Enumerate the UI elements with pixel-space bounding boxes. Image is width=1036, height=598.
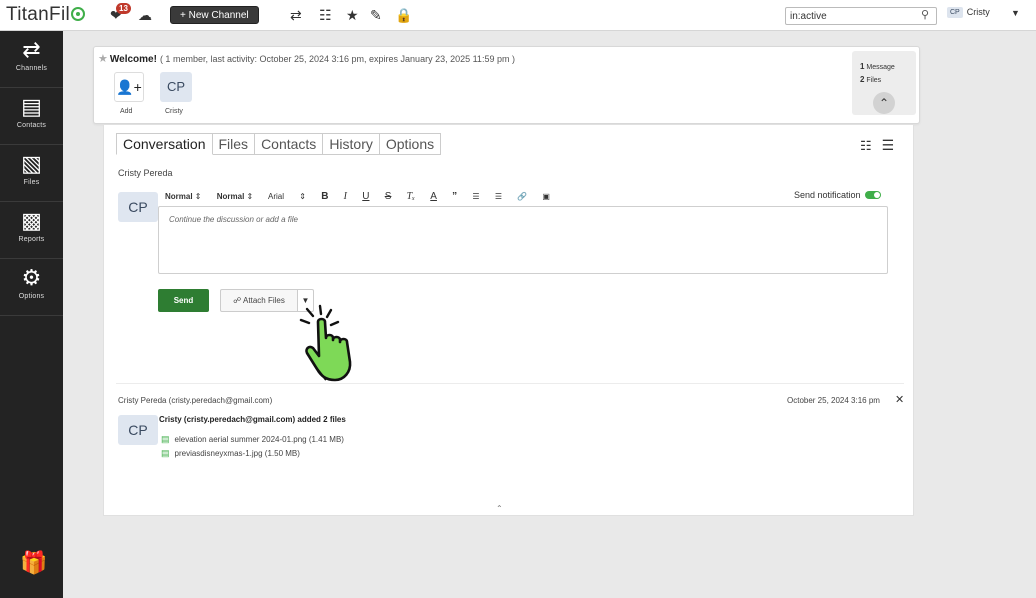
files-icon: ▧ <box>21 151 42 176</box>
divider <box>116 383 904 384</box>
chevron-down-icon: ▼ <box>1011 8 1020 18</box>
user-avatar: CP <box>947 7 963 18</box>
titanfile-logo[interactable]: TitanFil <box>6 4 85 26</box>
send-button[interactable]: Send <box>158 289 209 312</box>
channel-title: ★ Welcome!( 1 member, last activity: Octo… <box>98 53 515 65</box>
gift-icon[interactable]: 🎁 <box>20 550 47 576</box>
image-icon[interactable]: ▣ <box>542 192 550 201</box>
clear-format-icon[interactable]: Tₓ <box>407 191 415 202</box>
collapse-button[interactable]: ⌃ <box>873 92 895 114</box>
file-link[interactable]: ▤ elevation aerial summer 2024-01.png (1.… <box>161 434 344 445</box>
inbox-icon[interactable]: ☷ <box>319 6 332 24</box>
tab-contacts[interactable]: Contacts <box>255 133 324 155</box>
search-input[interactable] <box>785 7 937 25</box>
top-bar: TitanFil ❤ 13 ☁ + New Channel ⇄ ☷ ★ ✎ 🔒 … <box>0 0 1036 31</box>
channels-icon: ⇄ <box>22 37 41 62</box>
paperclip-icon: ☍ <box>233 296 242 305</box>
search-icon[interactable]: ⚲ <box>921 8 929 21</box>
sidebar-item-files[interactable]: ▧ Files <box>0 145 63 202</box>
tab-conversation[interactable]: Conversation <box>116 133 213 155</box>
strike-icon[interactable]: S <box>385 191 392 202</box>
file-link[interactable]: ▤ previasdisneyxmas-1.jpg (1.50 MB) <box>161 448 300 459</box>
send-notification-toggle[interactable] <box>864 191 881 199</box>
menu-icon[interactable]: ☰ <box>882 137 895 153</box>
add-user-icon: 👤+ <box>116 79 142 95</box>
logo-o-icon <box>70 7 85 21</box>
bold-icon[interactable]: B <box>321 191 328 202</box>
sidebar-item-label: Files <box>23 179 40 186</box>
quote-icon[interactable]: ” <box>452 191 457 202</box>
star-icon[interactable]: ★ <box>346 6 359 24</box>
sidebar-item-label: Contacts <box>16 122 47 129</box>
italic-icon[interactable]: I <box>344 191 347 202</box>
panel-tools: ☷ ☰ <box>860 137 894 154</box>
sidebar-item-contacts[interactable]: ▤ Contacts <box>0 88 63 145</box>
new-channel-button[interactable]: + New Channel <box>170 6 259 24</box>
sidebar: ⇄ Channels ▤ Contacts ▧ Files ▩ Reports … <box>0 31 63 598</box>
notifications-badge: 13 <box>116 3 131 14</box>
message-date: October 25, 2024 3:16 pm <box>787 396 880 405</box>
pointing-hand-icon <box>299 304 352 382</box>
user-menu[interactable]: CP Cristy ▼ <box>947 7 1022 25</box>
inbox-icon[interactable]: ☷ <box>860 138 872 153</box>
conversation-panel: Conversation Files Contacts History Opti… <box>103 124 914 516</box>
tabs: Conversation Files Contacts History Opti… <box>116 133 442 157</box>
tab-files[interactable]: Files <box>212 133 256 155</box>
member-name: Cristy <box>165 108 183 115</box>
options-icon: ⚙ <box>21 265 42 290</box>
text-color-icon[interactable]: A <box>430 191 437 202</box>
sidebar-item-options[interactable]: ⚙ Options <box>0 259 63 316</box>
sidebar-item-label: Channels <box>15 65 48 72</box>
sidebar-item-reports[interactable]: ▩ Reports <box>0 202 63 259</box>
tab-options[interactable]: Options <box>379 133 442 155</box>
member-avatar[interactable]: CP <box>160 72 192 102</box>
editor-toolbar: Normal ⇕ Normal ⇕ Arial ⇕ B I U S Tₓ A ”… <box>165 191 563 202</box>
message-summary: Cristy (cristy.peredach@gmail.com) added… <box>159 415 346 424</box>
font-select[interactable]: Arial ⇕ <box>268 192 306 201</box>
add-member-button[interactable]: 👤+ <box>114 72 144 102</box>
chevron-up-icon: ⌃ <box>878 96 890 110</box>
messages-stat: 1 Message <box>860 62 895 71</box>
composer-avatar: CP <box>118 192 158 222</box>
swap-arrows-icon[interactable]: ⇄ <box>290 6 302 24</box>
star-icon[interactable]: ★ <box>98 53 108 65</box>
edit-icon[interactable]: ✎ <box>370 6 382 24</box>
chevron-up-icon[interactable]: ⌃ <box>496 504 503 513</box>
files-stat: 2 Files <box>860 75 882 84</box>
size-select[interactable]: Normal ⇕ <box>217 192 254 201</box>
message-author: Cristy Pereda (cristy.peredach@gmail.com… <box>118 396 273 405</box>
file-icon: ▤ <box>161 434 170 444</box>
link-icon[interactable]: 🔗 <box>517 192 527 201</box>
cloud-icon[interactable]: ☁ <box>138 6 152 24</box>
channel-meta: ( 1 member, last activity: October 25, 2… <box>159 54 515 64</box>
composer-author: Cristy Pereda <box>118 168 173 178</box>
attach-files-button[interactable]: ☍ Attach Files <box>220 289 298 312</box>
sidebar-item-channels[interactable]: ⇄ Channels <box>0 31 63 88</box>
channel-stats: 1 Message 2 Files ⌃ <box>852 51 916 115</box>
tab-history[interactable]: History <box>323 133 380 155</box>
sidebar-item-label: Reports <box>18 236 45 243</box>
underline-icon[interactable]: U <box>362 191 369 202</box>
style-select[interactable]: Normal ⇕ <box>165 192 202 201</box>
close-icon[interactable]: ✕ <box>895 393 904 406</box>
message-editor[interactable]: Continue the discussion or add a file <box>158 206 888 274</box>
ordered-list-icon[interactable]: ☰ <box>472 192 479 201</box>
user-name: Cristy <box>966 7 990 17</box>
message-avatar: CP <box>118 415 158 445</box>
contacts-icon: ▤ <box>21 94 42 119</box>
sidebar-item-label: Options <box>18 293 45 300</box>
send-notification: Send notification <box>794 190 881 200</box>
file-icon: ▤ <box>161 448 170 458</box>
add-member-label: Add <box>120 108 133 115</box>
channel-header: ★ Welcome!( 1 member, last activity: Octo… <box>93 46 920 124</box>
lock-icon[interactable]: 🔒 <box>395 6 412 24</box>
bullet-list-icon[interactable]: ☰ <box>495 192 502 201</box>
reports-icon: ▩ <box>21 208 42 233</box>
